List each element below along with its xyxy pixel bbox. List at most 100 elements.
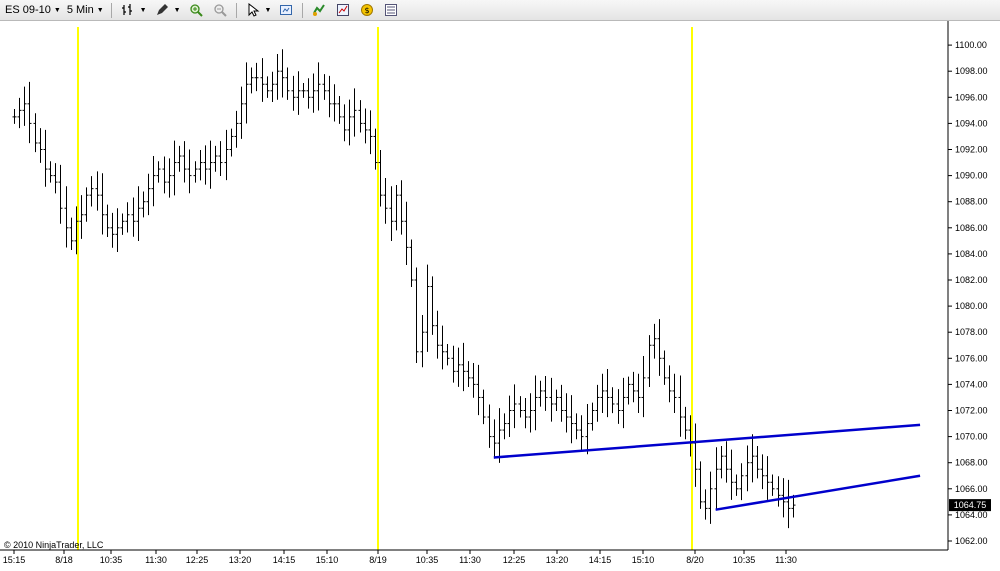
price-bar bbox=[672, 373, 677, 413]
price-tick-label: 1064.00 bbox=[955, 510, 988, 520]
price-bar bbox=[734, 474, 739, 496]
price-tick-label: 1062.00 bbox=[955, 536, 988, 546]
time-tick-label: 13:20 bbox=[546, 555, 569, 565]
price-tick-label: 1066.00 bbox=[955, 484, 988, 494]
price-bar bbox=[146, 173, 151, 216]
price-bar bbox=[678, 375, 683, 437]
price-tick-label: 1086.00 bbox=[955, 223, 988, 233]
price-bar bbox=[363, 108, 368, 144]
price-bar bbox=[518, 396, 523, 418]
price-bar bbox=[605, 369, 610, 418]
price-tick-label: 1070.00 bbox=[955, 432, 988, 442]
price-tick-label: 1090.00 bbox=[955, 171, 988, 181]
price-bar bbox=[125, 202, 130, 233]
price-bar bbox=[636, 373, 641, 413]
price-bar bbox=[569, 395, 574, 444]
price-bar bbox=[543, 376, 548, 411]
price-bar bbox=[502, 413, 507, 440]
price-tick-label: 1094.00 bbox=[955, 118, 988, 128]
price-bar bbox=[64, 186, 69, 248]
price-bar bbox=[198, 150, 203, 181]
last-price-label: 1064.75 bbox=[954, 500, 987, 510]
zoom-out-button[interactable] bbox=[208, 2, 232, 19]
price-bar bbox=[229, 128, 234, 157]
price-bar bbox=[739, 463, 744, 501]
chevron-down-icon: ▼ bbox=[139, 6, 147, 14]
price-bar bbox=[600, 373, 605, 413]
price-bar bbox=[193, 161, 198, 183]
pencil-icon bbox=[156, 4, 168, 15]
price-tick-label: 1082.00 bbox=[955, 275, 988, 285]
price-bar bbox=[79, 195, 84, 239]
price-bar bbox=[301, 82, 306, 98]
time-tick-label: 14:15 bbox=[273, 555, 296, 565]
price-bar bbox=[456, 347, 461, 387]
indicators-button[interactable] bbox=[331, 2, 355, 19]
cursor-mode-button[interactable]: ▼ bbox=[241, 2, 275, 19]
time-tick-label: 15:10 bbox=[632, 555, 655, 565]
price-tick-label: 1100.00 bbox=[955, 40, 987, 50]
price-bar bbox=[492, 419, 497, 459]
price-bar bbox=[316, 62, 321, 111]
price-bar bbox=[167, 158, 172, 198]
price-bar bbox=[58, 164, 63, 224]
price-bar bbox=[43, 129, 48, 187]
trend-line bbox=[493, 423, 921, 459]
price-bar bbox=[182, 141, 187, 183]
price-bar bbox=[234, 110, 239, 148]
zoom-in-button[interactable] bbox=[184, 2, 208, 19]
price-tick-label: 1098.00 bbox=[955, 66, 988, 76]
price-bar bbox=[110, 212, 115, 248]
price-bar bbox=[595, 384, 600, 422]
price-bar bbox=[12, 109, 17, 124]
price-bar bbox=[641, 355, 646, 418]
strategies-button[interactable] bbox=[307, 2, 331, 19]
chart-toolbar: ES 09-10 ▼ 5 Min ▼ ▼ ▼ ▼ $ bbox=[0, 0, 1000, 21]
price-bar bbox=[394, 184, 399, 231]
price-bar bbox=[249, 67, 254, 94]
price-bar bbox=[33, 113, 38, 153]
price-tick-label: 1080.00 bbox=[955, 301, 988, 311]
properties-button[interactable] bbox=[379, 2, 403, 19]
price-bar bbox=[698, 461, 703, 509]
alert-icon: $ bbox=[361, 4, 374, 16]
price-bar bbox=[703, 489, 708, 520]
price-bar bbox=[95, 171, 100, 211]
data-box-button[interactable] bbox=[274, 2, 298, 19]
price-bar bbox=[476, 364, 481, 416]
price-bar bbox=[378, 150, 383, 207]
price-bar bbox=[512, 384, 517, 429]
price-tick-label: 1092.00 bbox=[955, 145, 988, 155]
interval-selector[interactable]: 5 Min ▼ bbox=[64, 2, 107, 19]
price-bar bbox=[487, 404, 492, 448]
price-bar bbox=[337, 95, 342, 124]
instrument-selector[interactable]: ES 09-10 ▼ bbox=[2, 2, 64, 19]
price-bar bbox=[203, 145, 208, 185]
time-tick-label: 11:30 bbox=[775, 555, 797, 565]
price-bar bbox=[69, 217, 74, 251]
price-bar bbox=[352, 88, 357, 137]
price-chart[interactable]: 1062.00 1064.00 1066.00 1068.00 1070.00 1072.… bbox=[0, 21, 1000, 571]
price-bar bbox=[89, 176, 94, 207]
price-bar bbox=[554, 389, 559, 412]
price-bar bbox=[172, 140, 177, 196]
price-bar bbox=[347, 99, 352, 146]
price-bar bbox=[549, 377, 554, 422]
price-bar bbox=[239, 86, 244, 139]
price-bar bbox=[373, 128, 378, 170]
price-bar bbox=[708, 471, 713, 524]
price-bar bbox=[724, 441, 729, 483]
price-bar bbox=[84, 187, 89, 222]
chart-style-button[interactable]: ▼ bbox=[116, 2, 150, 19]
price-bar bbox=[657, 319, 662, 376]
price-bar bbox=[48, 161, 53, 183]
price-bar bbox=[327, 75, 332, 118]
price-bar bbox=[471, 362, 476, 398]
price-bar bbox=[224, 129, 229, 181]
price-bar bbox=[574, 413, 579, 440]
draw-tool-button[interactable]: ▼ bbox=[150, 2, 184, 19]
alerts-button[interactable]: $ bbox=[355, 2, 379, 19]
price-bar bbox=[270, 71, 275, 103]
price-bar bbox=[187, 149, 192, 194]
price-bar bbox=[280, 49, 285, 98]
